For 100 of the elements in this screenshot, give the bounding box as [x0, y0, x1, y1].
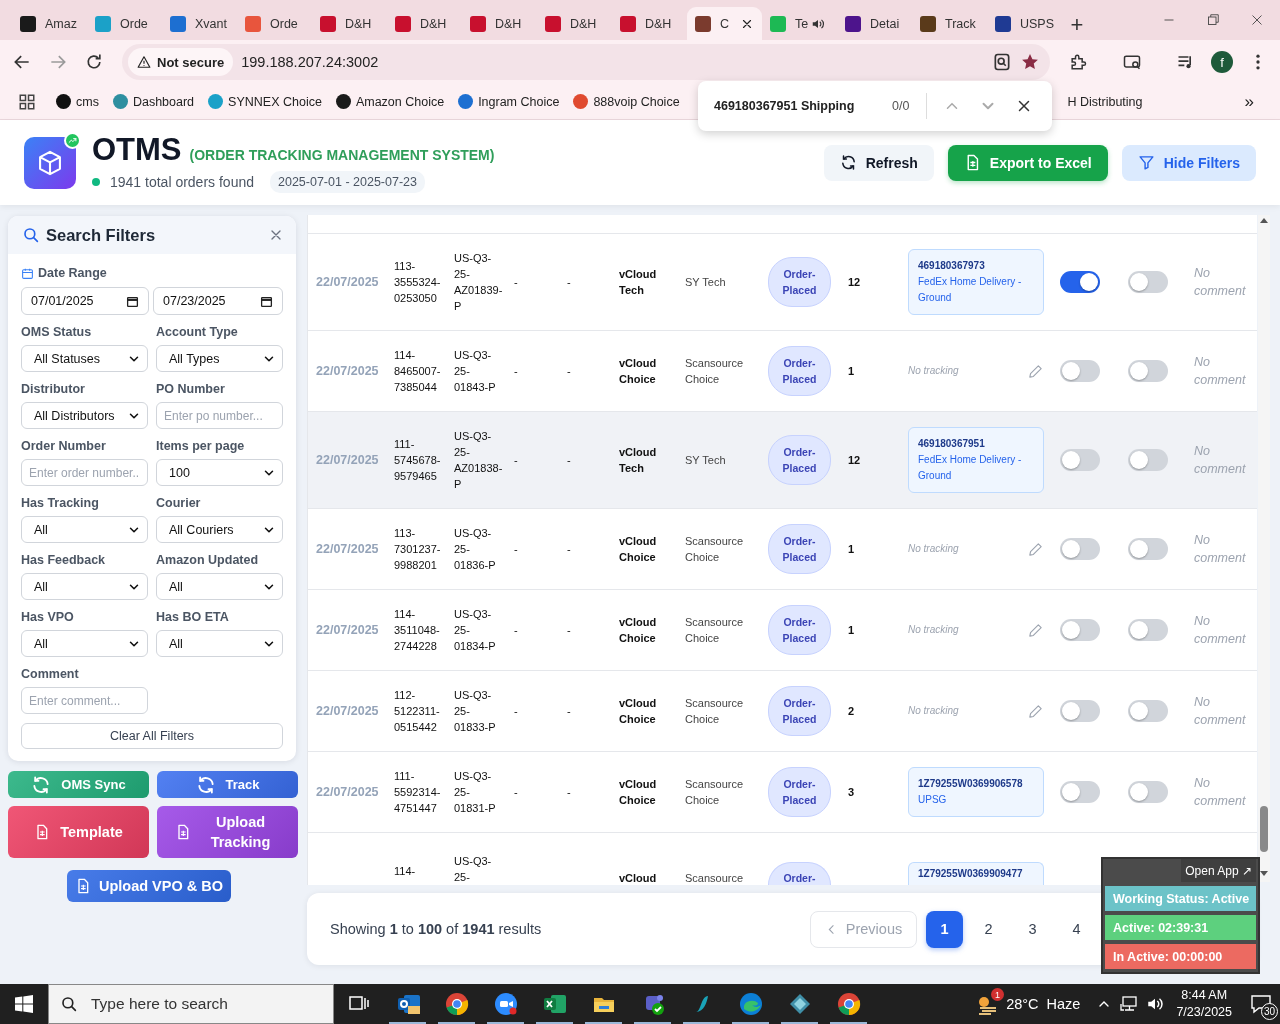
network-icon[interactable] [1120, 995, 1139, 1013]
select-field[interactable]: All [156, 573, 283, 600]
action-button[interactable]: Upload VPO & BO [66, 870, 232, 902]
browser-tab[interactable]: Orde [237, 7, 312, 40]
toggle-switch[interactable] [1128, 619, 1168, 641]
browser-tab[interactable]: Amaz [12, 7, 87, 40]
input-field[interactable]: Enter order number.. [21, 459, 148, 486]
apps-icon[interactable] [18, 92, 36, 111]
bookmark[interactable]: H Distributing [1067, 94, 1143, 109]
page-button[interactable]: 3 [1014, 910, 1051, 948]
toggle-switch[interactable] [1128, 700, 1168, 722]
page-button[interactable]: 2 [970, 910, 1007, 948]
star-icon[interactable] [1020, 52, 1040, 72]
security-chip[interactable]: Not secure [128, 48, 234, 76]
toggle-switch[interactable] [1060, 700, 1100, 722]
search-field[interactable]: Type here to search [48, 984, 334, 1024]
browser-tab[interactable]: Te [762, 7, 837, 40]
input-field[interactable]: Enter comment... [21, 687, 148, 714]
browser-tab[interactable]: C [687, 7, 762, 40]
select-field[interactable]: All Statuses [21, 345, 148, 372]
select-field[interactable]: All [21, 573, 148, 600]
filter-button[interactable]: Hide Filters [1121, 144, 1256, 181]
browser-app-icon[interactable] [444, 992, 469, 1016]
select-field[interactable]: All [21, 516, 148, 543]
windows-logo-icon[interactable] [15, 995, 33, 1013]
table-cell-text: SY Tech [685, 275, 727, 290]
profile-avatar[interactable]: f [1211, 51, 1233, 73]
browser-tab[interactable]: D&H [387, 7, 462, 40]
select-field[interactable]: All Types [156, 345, 283, 372]
page-button[interactable]: 4 [1058, 910, 1095, 948]
bookmark[interactable]: Amazon Choice [335, 94, 445, 109]
browser-tab[interactable]: D&H [612, 7, 687, 40]
bookmark[interactable]: SYNNEX Choice [208, 94, 322, 109]
toggle-switch[interactable] [1060, 449, 1100, 471]
select-field[interactable]: All [156, 630, 283, 657]
select-field[interactable]: All [21, 630, 148, 657]
date-field[interactable]: 07/01/2025 [21, 287, 149, 315]
page-button[interactable]: 1 [926, 910, 963, 948]
table-cell-text: 114-3511048-2744228 [394, 607, 441, 654]
more-bookmarks-button[interactable]: » [1244, 91, 1254, 112]
select-field[interactable]: All Couriers [156, 516, 283, 543]
toggle-switch[interactable] [1060, 360, 1100, 382]
action-button[interactable]: Template [8, 806, 149, 858]
table-cell-text: 12 [848, 453, 862, 468]
browser-tab[interactable]: Detai [837, 7, 912, 40]
select-field[interactable]: 100 [156, 459, 283, 486]
mail-app-icon[interactable] [395, 992, 420, 1016]
bookmark[interactable]: cms [56, 94, 99, 109]
table-cell-text: US-Q3-25-01834-P [454, 607, 497, 654]
task-view-icon[interactable] [348, 995, 369, 1013]
select-field[interactable]: All Distributors [21, 402, 148, 429]
filter-icon [1137, 154, 1155, 171]
tracking-label: 469180367973 FedEx Home Delivery - Ground [908, 249, 1044, 315]
clock-date[interactable]: 7/23/2025 [1176, 1004, 1232, 1021]
toggle-switch[interactable] [1060, 619, 1100, 641]
bookmark[interactable]: 888voip Choice [573, 94, 680, 109]
toggle-switch[interactable] [1128, 271, 1168, 293]
open-app-link[interactable]: Open App ↗ [1181, 859, 1256, 882]
bookmark[interactable]: Dashboard [112, 94, 195, 109]
new-tab-button[interactable]: + [1063, 10, 1091, 40]
browser-tab[interactable]: Track [912, 7, 987, 40]
table-cell-text: - [567, 364, 572, 379]
spreadsheet-app-icon[interactable] [542, 992, 567, 1016]
bookmark[interactable]: Ingram Choice [458, 94, 560, 109]
browser-tab[interactable]: Xvant [162, 7, 237, 40]
toggle-switch[interactable] [1128, 538, 1168, 560]
video-app-icon[interactable] [493, 992, 518, 1016]
clear-filters-button[interactable]: Clear All Filters [21, 723, 283, 749]
toggle-switch[interactable] [1128, 449, 1168, 471]
find-field[interactable]: 469180367951 Shipping [714, 99, 884, 113]
toggle-switch[interactable] [1128, 781, 1168, 803]
toggle-switch[interactable] [1128, 360, 1168, 382]
browser-app-icon[interactable] [836, 992, 861, 1016]
edge-app-icon[interactable] [738, 992, 763, 1016]
action-button[interactable]: Track [157, 771, 298, 798]
clock-time[interactable]: 8:44 AM [1181, 987, 1228, 1004]
cast-icon[interactable] [1122, 52, 1142, 72]
status-badge: Order-Placed [768, 605, 831, 655]
address-bar[interactable]: Not secure 199.188.207.24:3002 [122, 44, 1050, 80]
browser-tab[interactable]: USPS [987, 7, 1062, 40]
calendar-icon[interactable] [260, 294, 273, 308]
calendar-icon[interactable] [126, 294, 139, 308]
browser-tab[interactable]: Orde [87, 7, 162, 40]
warning-icon [137, 55, 151, 69]
table-cell-text: vCloud Choice [619, 356, 658, 387]
toggle-switch[interactable] [1060, 538, 1100, 560]
table-cell-text: Scansource Choice [685, 696, 745, 727]
date-field[interactable]: 07/23/2025 [153, 287, 283, 315]
table-cell-text: Scansource Choice [685, 615, 745, 646]
refresh-button[interactable]: Refresh [823, 144, 934, 181]
reload-icon[interactable] [84, 52, 104, 72]
toggle-switch[interactable] [1060, 271, 1100, 293]
browser-tab[interactable]: D&H [312, 7, 387, 40]
puzzle-icon[interactable] [1068, 52, 1088, 72]
input-field[interactable]: Enter po number... [156, 402, 283, 429]
action-button[interactable]: Upload Tracking [157, 806, 298, 858]
toggle-switch[interactable] [1060, 781, 1100, 803]
lens-icon[interactable] [992, 52, 1012, 72]
browser-tab[interactable]: D&H [462, 7, 537, 40]
browser-tab[interactable]: D&H [537, 7, 612, 40]
